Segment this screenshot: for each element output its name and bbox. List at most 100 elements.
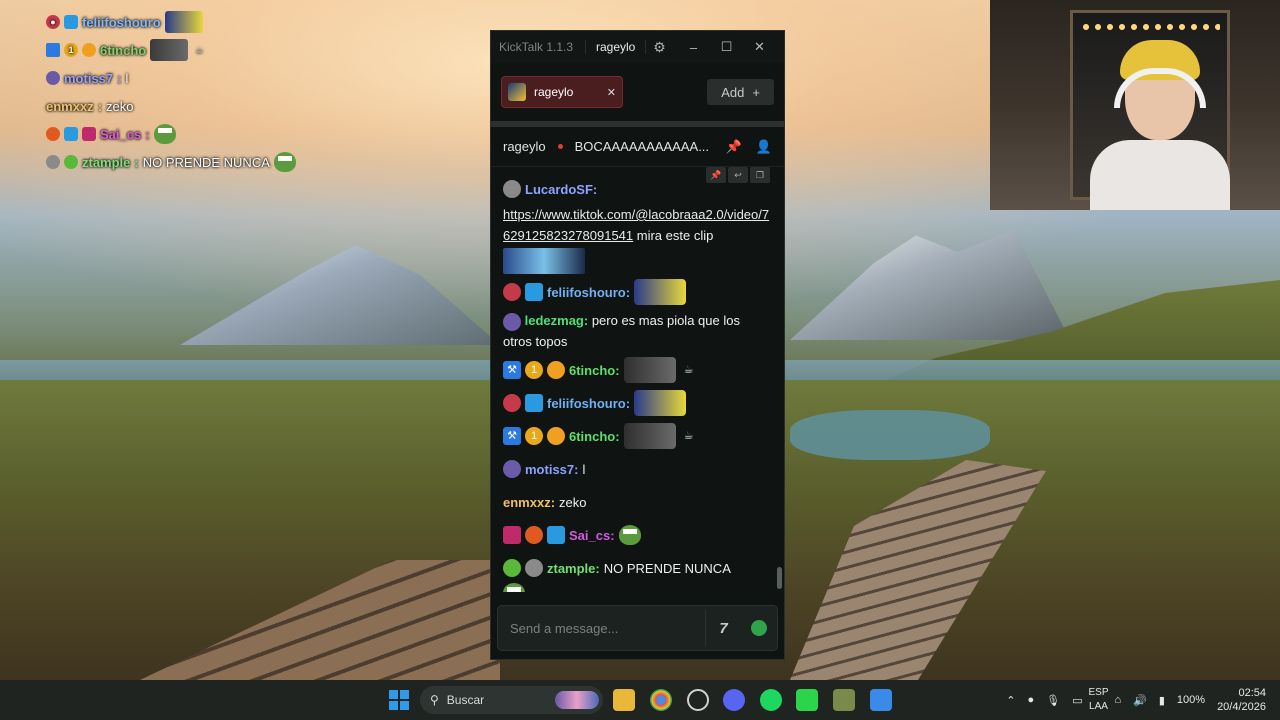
coin-icon bbox=[547, 361, 565, 379]
badge-icon bbox=[503, 180, 521, 198]
chevron-up-icon[interactable]: ⌃ bbox=[1006, 694, 1015, 707]
message-composer: 7 bbox=[497, 605, 778, 651]
message-username[interactable]: enmxxz: bbox=[503, 492, 555, 513]
tab-rageylo[interactable]: rageylo ✕ bbox=[501, 76, 623, 108]
battery-icon[interactable]: ▮ bbox=[1159, 694, 1165, 707]
plus-icon: + bbox=[752, 84, 760, 100]
pin-message-icon[interactable]: 📌 bbox=[706, 167, 726, 183]
scrollbar[interactable] bbox=[777, 567, 782, 589]
overlay-message: l bbox=[125, 70, 129, 86]
overlay-username: motiss7 bbox=[64, 70, 114, 86]
reply-icon[interactable]: ↩ bbox=[728, 167, 748, 183]
copy-icon[interactable]: ❐ bbox=[750, 167, 770, 183]
windows-start-icon[interactable] bbox=[389, 690, 409, 710]
badge-icon bbox=[525, 526, 543, 544]
overlay-line: ztample: NO PRENDE NUNCA bbox=[46, 148, 346, 176]
number-one-icon: 1 bbox=[525, 427, 543, 445]
gear-icon[interactable]: ⚙ bbox=[646, 39, 672, 56]
chat-message: ⚒ 1 6tincho: ☕ bbox=[503, 355, 772, 385]
clip-thumbnail[interactable] bbox=[503, 248, 585, 274]
message-username[interactable]: feliifoshouro: bbox=[547, 282, 630, 303]
title-bar[interactable]: KickTalk 1.1.3 rageylo ⚙ – ☐ ✕ bbox=[491, 31, 784, 63]
chat-message: motiss7: l bbox=[503, 454, 772, 484]
channel-name[interactable]: rageylo bbox=[503, 139, 546, 154]
pin-icon[interactable]: 📌 bbox=[726, 139, 742, 155]
overlay-line: Sai_cs: bbox=[46, 120, 346, 148]
cube-icon bbox=[64, 127, 78, 141]
streamer bbox=[1090, 40, 1230, 210]
chat-message: feliifoshouro: bbox=[503, 388, 772, 418]
close-icon[interactable]: ✕ bbox=[743, 39, 776, 55]
file-explorer-icon[interactable] bbox=[613, 689, 635, 711]
cube-icon bbox=[525, 283, 543, 301]
clock-app-icon[interactable] bbox=[687, 689, 709, 711]
emote-icon bbox=[623, 357, 676, 383]
message-username[interactable]: ledezmag: bbox=[525, 313, 589, 328]
message-username[interactable]: ztample: bbox=[547, 558, 600, 579]
spotify-icon[interactable] bbox=[760, 689, 782, 711]
pepe-emote-icon bbox=[618, 525, 641, 545]
kicktalk-window: KickTalk 1.1.3 rageylo ⚙ – ☐ ✕ rageylo ✕… bbox=[490, 30, 785, 660]
message-text: NO PRENDE NUNCA bbox=[603, 560, 731, 576]
emote-picker-icon[interactable] bbox=[741, 610, 777, 646]
cube-icon bbox=[64, 15, 78, 29]
webcam-feed bbox=[990, 0, 1280, 210]
7tv-emote-icon[interactable]: 7 bbox=[705, 610, 741, 646]
cube-icon bbox=[547, 526, 565, 544]
date: 20/4/2026 bbox=[1217, 701, 1266, 713]
add-channel-button[interactable]: Add + bbox=[707, 79, 774, 105]
keyboard-layout: LAA bbox=[1089, 701, 1108, 712]
alien-icon bbox=[503, 559, 521, 577]
cube-icon bbox=[525, 394, 543, 412]
coin-icon bbox=[82, 43, 96, 57]
message-username[interactable]: motiss7: bbox=[525, 459, 578, 480]
tab-label: rageylo bbox=[534, 85, 574, 99]
message-username[interactable]: Sai_cs: bbox=[569, 525, 615, 546]
microphone-icon[interactable]: 🎙 bbox=[1046, 694, 1060, 707]
app-title: KickTalk 1.1.3 bbox=[499, 40, 574, 54]
message-text: l bbox=[582, 461, 586, 477]
volume-icon[interactable]: 🔊 bbox=[1133, 694, 1147, 707]
search-icon: ⚲ bbox=[430, 693, 439, 707]
overlay-message: zeko bbox=[106, 98, 134, 114]
stream-title: BOCAAAAAAAAAAA... bbox=[574, 139, 710, 154]
coffee-icon: ☕ bbox=[195, 44, 204, 55]
input-language[interactable]: ESP LAA bbox=[1088, 686, 1108, 714]
overlay-username: ztample bbox=[82, 154, 131, 170]
overlay-username: 6tincho bbox=[100, 42, 147, 58]
chat-messages[interactable]: 📌 ↩ ❐ LucardoSF: https://www.tiktok.com/… bbox=[491, 167, 784, 592]
badge-icon bbox=[46, 71, 60, 85]
chrome-icon[interactable] bbox=[650, 689, 672, 711]
emote-icon bbox=[164, 11, 203, 33]
coin-icon bbox=[547, 427, 565, 445]
account-name[interactable]: rageylo bbox=[585, 40, 647, 54]
live-indicator-icon bbox=[557, 144, 563, 149]
discord-icon[interactable] bbox=[723, 689, 745, 711]
user-icon[interactable]: 👤 bbox=[756, 139, 772, 155]
number-one-icon: 1 bbox=[525, 361, 543, 379]
taskbar-search[interactable]: ⚲ Buscar bbox=[420, 686, 603, 714]
message-username[interactable]: 6tincho: bbox=[569, 426, 620, 447]
message-input[interactable] bbox=[510, 620, 705, 636]
clock[interactable]: 02:54 20/4/2026 bbox=[1217, 686, 1266, 714]
message-username[interactable]: feliifoshouro: bbox=[547, 393, 630, 414]
message-username[interactable]: LucardoSF: bbox=[525, 179, 597, 200]
badge-icon bbox=[46, 127, 60, 141]
channel-avatar bbox=[508, 83, 526, 101]
kick-icon bbox=[82, 127, 96, 141]
overlay-username: feliifoshouro bbox=[82, 14, 161, 30]
minimize-icon[interactable]: – bbox=[677, 40, 710, 55]
overlay-line: ● feliifoshouro bbox=[46, 8, 346, 36]
hammer-icon: ⚒ bbox=[503, 427, 521, 445]
message-username[interactable]: 6tincho: bbox=[569, 360, 620, 381]
kicktalk-icon[interactable] bbox=[796, 689, 818, 711]
minecraft-icon[interactable] bbox=[833, 689, 855, 711]
emote-icon bbox=[150, 39, 189, 61]
tray-app-icon[interactable]: ● bbox=[1027, 694, 1034, 706]
overlay-line: 1 6tincho ☕ bbox=[46, 36, 346, 64]
close-icon[interactable]: ✕ bbox=[607, 86, 616, 99]
network-icon[interactable]: ⌂ bbox=[1115, 694, 1122, 706]
display-icon[interactable]: ▭ bbox=[1072, 694, 1082, 707]
maximize-icon[interactable]: ☐ bbox=[710, 39, 743, 55]
notepad-icon[interactable] bbox=[870, 689, 892, 711]
